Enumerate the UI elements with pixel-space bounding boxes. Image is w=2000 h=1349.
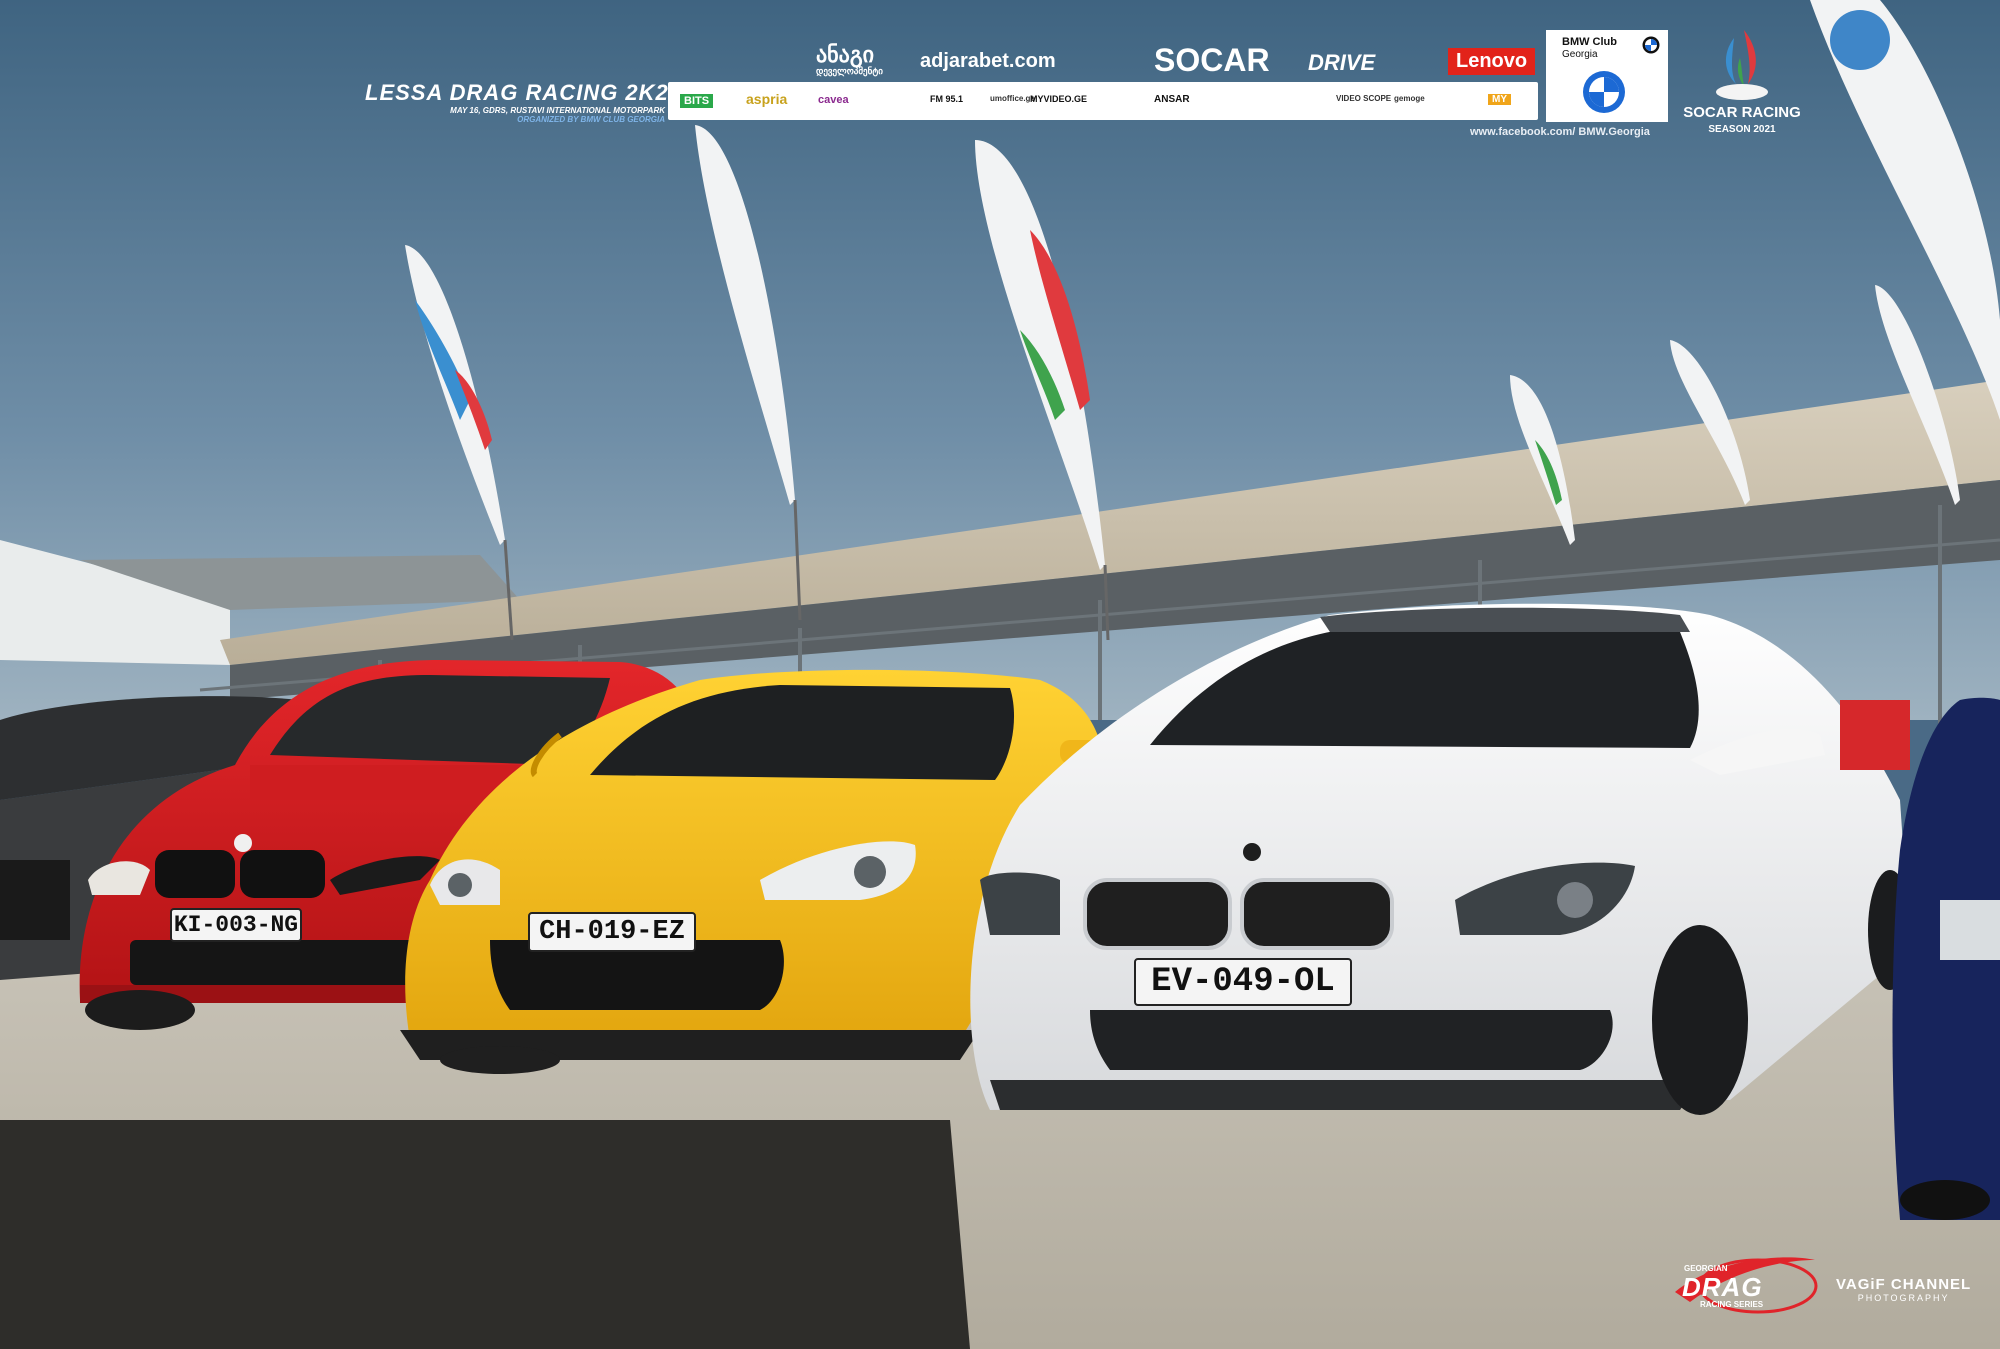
facebook-url: www.facebook.com/ BMW.Georgia — [1470, 126, 1650, 138]
photo-scene — [0, 0, 2000, 1349]
photographer-role: PHOTOGRAPHY — [1857, 1293, 1950, 1303]
sponsor-aspria: aspria — [746, 91, 788, 107]
plate-red-car: KI-003-NG — [170, 908, 302, 942]
bmw-roundel-icon — [1583, 71, 1625, 113]
sponsor-cavea: cavea — [818, 94, 849, 106]
shadow — [0, 1120, 970, 1349]
trackside-sign — [1840, 700, 1910, 770]
sponsor-ansar: ANSAR — [1154, 94, 1190, 105]
sponsor-fm: FM 95.1 — [930, 94, 964, 104]
drag-text-sub: RACING SERIES — [1700, 1300, 1764, 1309]
socar-racing-title: SOCAR RACING — [1683, 104, 1801, 121]
sponsor-my: MY — [1488, 94, 1511, 105]
socar-flame-icon — [1716, 30, 1768, 100]
socar-racing-season: SEASON 2021 — [1708, 124, 1776, 135]
bmw-club-name: BMW Club — [1562, 36, 1617, 48]
plate-white-text: EV-049-OL — [1151, 963, 1335, 1001]
banner-top-row: ანაგი დეველოპმენტი adjarabet.com SOCAR D… — [668, 28, 1538, 80]
photographer-credit: VAGiF CHANNEL PHOTOGRAPHY — [1836, 1276, 1971, 1303]
drag-text-main: DRAG — [1682, 1272, 1763, 1302]
event-title: LESSA DRAG RACING 2K21 — [365, 80, 683, 105]
plate-yellow-car: CH-019-EZ — [528, 912, 696, 952]
sponsor-lenovo: Lenovo — [1448, 48, 1536, 75]
blue-car — [1892, 697, 2000, 1220]
sponsor-umoffice: umoffice.ge — [990, 94, 1035, 103]
event-organizer: ORGANIZED BY BMW CLUB GEORGIA — [517, 115, 665, 124]
socar-racing-logo: SOCAR RACING SEASON 2021 — [1672, 28, 1812, 138]
bmw-small-roundel-icon — [1642, 36, 1660, 54]
plate-yellow-text: CH-019-EZ — [539, 917, 685, 947]
sponsor-drive: DRIVE — [1308, 50, 1376, 75]
photographer-name: VAGiF CHANNEL — [1836, 1276, 1972, 1293]
event-info: LESSA DRAG RACING 2K21 MAY 16, GDRS, RUS… — [365, 80, 683, 124]
bmw-club-sub: Georgia — [1562, 49, 1598, 60]
sponsor-myvideo: MYVIDEO.GE — [1030, 94, 1088, 104]
plate-red-text: KI-003-NG — [173, 912, 299, 938]
sponsor-anagi-sub: დეველოპმენტი — [816, 66, 883, 76]
sponsor-gemoge: gemoge — [1394, 94, 1425, 103]
sponsor-bits: BITS — [680, 94, 714, 108]
sponsor-socar: SOCAR — [1154, 42, 1270, 78]
sponsor-banner: ანაგი დეველოპმენტი adjarabet.com SOCAR D… — [668, 28, 1538, 120]
sponsor-videoscope: VIDEO SCOPE — [1336, 94, 1392, 103]
event-subtitle: MAY 16, GDRS, RUSTAVI INTERNATIONAL MOTO… — [450, 106, 665, 115]
sponsor-anagi: ანაგი — [816, 42, 875, 67]
bmw-club-logo: BMW Club Georgia — [1546, 30, 1668, 122]
plate-white-car: EV-049-OL — [1134, 958, 1352, 1006]
sponsor-adjarabet: adjarabet.com — [920, 50, 1056, 72]
drag-racing-series-logo: GEORGIAN DRAG RACING SERIES — [1670, 1252, 1820, 1316]
banner-bottom-row: BITS aspria cavea FM 95.1 umoffice.ge MY… — [668, 82, 1538, 120]
